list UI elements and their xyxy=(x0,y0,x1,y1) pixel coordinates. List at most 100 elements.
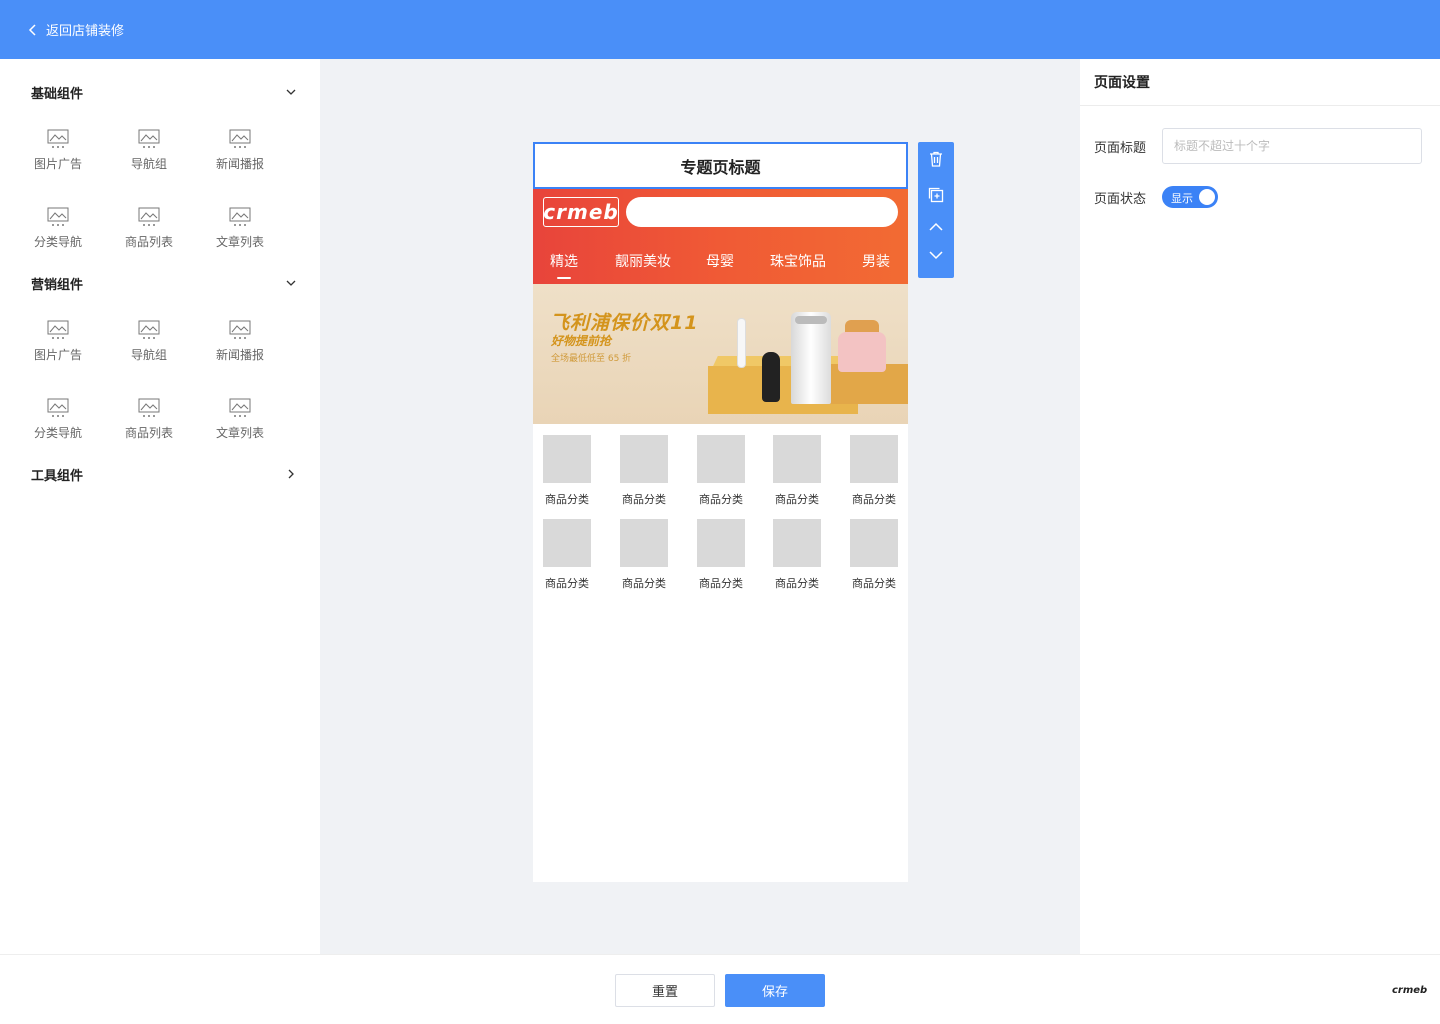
category-item[interactable]: 商品分类 xyxy=(537,519,597,591)
category-image xyxy=(620,435,668,483)
store-logo: crmeb xyxy=(543,197,619,227)
image-icon xyxy=(229,129,251,148)
banner-title: 飞利浦保价双11 xyxy=(550,312,699,334)
comp-article-list[interactable]: 文章列表 xyxy=(205,207,275,263)
comp-image-ad[interactable]: 图片广告 xyxy=(23,129,93,185)
category-label: 商品分类 xyxy=(545,493,589,506)
phone-preview: 专题页标题 crmeb 精选 靓丽美妆 母婴 珠宝饰品 男装 飞利浦保价双11 … xyxy=(533,142,908,882)
tab-label: 精选 xyxy=(550,253,578,270)
category-label: 商品分类 xyxy=(699,493,743,506)
category-item[interactable]: 商品分类 xyxy=(691,435,751,507)
category-item[interactable]: 商品分类 xyxy=(614,519,674,591)
comp-product-list[interactable]: 商品列表 xyxy=(114,207,184,263)
page-status-toggle[interactable]: 显示 xyxy=(1162,186,1218,208)
store-header: crmeb xyxy=(533,189,908,237)
search-input[interactable] xyxy=(626,197,898,227)
chevron-up-icon xyxy=(929,222,943,231)
tab-baby[interactable]: 母婴 xyxy=(691,251,749,271)
tab-featured[interactable]: 精选 xyxy=(533,251,595,279)
comp-news[interactable]: 新闻播报 xyxy=(205,129,275,185)
group-marketing-header[interactable]: 营销组件 xyxy=(31,271,297,295)
tab-label: 母婴 xyxy=(706,253,734,270)
comp-label: 文章列表 xyxy=(215,235,264,249)
category-item[interactable]: 商品分类 xyxy=(844,435,904,507)
comp-image-ad[interactable]: 图片广告 xyxy=(23,320,93,376)
save-button[interactable]: 保存 xyxy=(725,974,825,1007)
category-image xyxy=(697,519,745,567)
settings-header: 页面设置 xyxy=(1080,59,1440,106)
image-icon xyxy=(47,129,69,148)
footer-logo: crmeb xyxy=(1392,985,1428,996)
category-item[interactable]: 商品分类 xyxy=(691,519,751,591)
page-title-box[interactable]: 专题页标题 xyxy=(533,142,908,189)
comp-label: 分类导航 xyxy=(33,426,82,440)
banner-image[interactable]: 飞利浦保价双11 好物提前抢 全场最低低至 65 折 xyxy=(533,284,908,424)
component-panel: 基础组件 图片广告 导航组 新闻播报 分类导航 商品列表 文章列表 营销组件 图… xyxy=(0,59,320,954)
comp-article-list[interactable]: 文章列表 xyxy=(205,398,275,454)
category-image xyxy=(697,435,745,483)
settings-title: 页面设置 xyxy=(1094,75,1150,91)
group-tools-header[interactable]: 工具组件 xyxy=(31,462,297,486)
delete-button[interactable] xyxy=(927,150,945,168)
comp-label: 图片广告 xyxy=(33,348,82,362)
category-label: 商品分类 xyxy=(622,577,666,590)
category-item[interactable]: 商品分类 xyxy=(844,519,904,591)
preview-canvas: 专题页标题 crmeb 精选 靓丽美妆 母婴 珠宝饰品 男装 飞利浦保价双11 … xyxy=(320,59,1080,954)
category-image xyxy=(850,435,898,483)
copy-icon xyxy=(928,187,944,203)
comp-product-list[interactable]: 商品列表 xyxy=(114,398,184,454)
chevron-right-icon xyxy=(288,469,294,479)
comp-news[interactable]: 新闻播报 xyxy=(205,320,275,376)
image-icon xyxy=(229,207,251,226)
category-image xyxy=(620,519,668,567)
chevron-left-icon xyxy=(28,23,36,36)
toothbrush-product xyxy=(737,318,746,368)
tab-jewelry[interactable]: 珠宝饰品 xyxy=(749,251,847,271)
move-up-button[interactable] xyxy=(927,218,945,236)
comp-label: 新闻播报 xyxy=(215,157,264,171)
group-title: 营销组件 xyxy=(31,277,84,293)
back-label: 返回店铺装修 xyxy=(46,24,125,39)
comp-nav-group[interactable]: 导航组 xyxy=(114,320,184,376)
comp-category-nav[interactable]: 分类导航 xyxy=(23,398,93,454)
category-image xyxy=(850,519,898,567)
group-basic-header[interactable]: 基础组件 xyxy=(31,80,297,104)
category-item[interactable]: 商品分类 xyxy=(767,519,827,591)
category-image xyxy=(773,519,821,567)
category-image xyxy=(543,435,591,483)
image-icon xyxy=(138,129,160,148)
page-title-input[interactable] xyxy=(1162,128,1422,164)
category-label: 商品分类 xyxy=(852,493,896,506)
banner-subtitle: 好物提前抢 xyxy=(551,334,612,348)
image-icon xyxy=(138,320,160,339)
tab-label: 珠宝饰品 xyxy=(770,253,826,270)
image-icon xyxy=(138,207,160,226)
comp-label: 新闻播报 xyxy=(215,348,264,362)
comp-nav-group[interactable]: 导航组 xyxy=(114,129,184,185)
comp-label: 商品列表 xyxy=(124,426,173,440)
tab-beauty[interactable]: 靓丽美妆 xyxy=(595,251,691,271)
comp-label: 文章列表 xyxy=(215,426,264,440)
move-down-button[interactable] xyxy=(927,246,945,264)
comp-category-nav[interactable]: 分类导航 xyxy=(23,207,93,263)
category-image xyxy=(773,435,821,483)
air-purifier-product xyxy=(791,312,831,404)
toggle-label: 显示 xyxy=(1171,192,1193,205)
category-item[interactable]: 商品分类 xyxy=(614,435,674,507)
group-title: 基础组件 xyxy=(31,86,84,102)
title-label: 页面标题 xyxy=(1094,141,1147,156)
chevron-down-icon xyxy=(286,280,296,286)
back-link[interactable]: 返回店铺装修 xyxy=(28,20,124,39)
image-icon xyxy=(47,207,69,226)
comp-label: 分类导航 xyxy=(33,235,82,249)
category-item[interactable]: 商品分类 xyxy=(767,435,827,507)
status-label: 页面状态 xyxy=(1094,192,1147,207)
banner-note: 全场最低低至 65 折 xyxy=(551,354,632,364)
copy-button[interactable] xyxy=(927,186,945,204)
category-item[interactable]: 商品分类 xyxy=(537,435,597,507)
chevron-down-icon xyxy=(286,89,296,95)
chevron-down-icon xyxy=(929,251,943,260)
comp-label: 商品列表 xyxy=(124,235,173,249)
reset-button[interactable]: 重置 xyxy=(615,974,715,1007)
tab-menswear[interactable]: 男装 xyxy=(847,251,905,271)
